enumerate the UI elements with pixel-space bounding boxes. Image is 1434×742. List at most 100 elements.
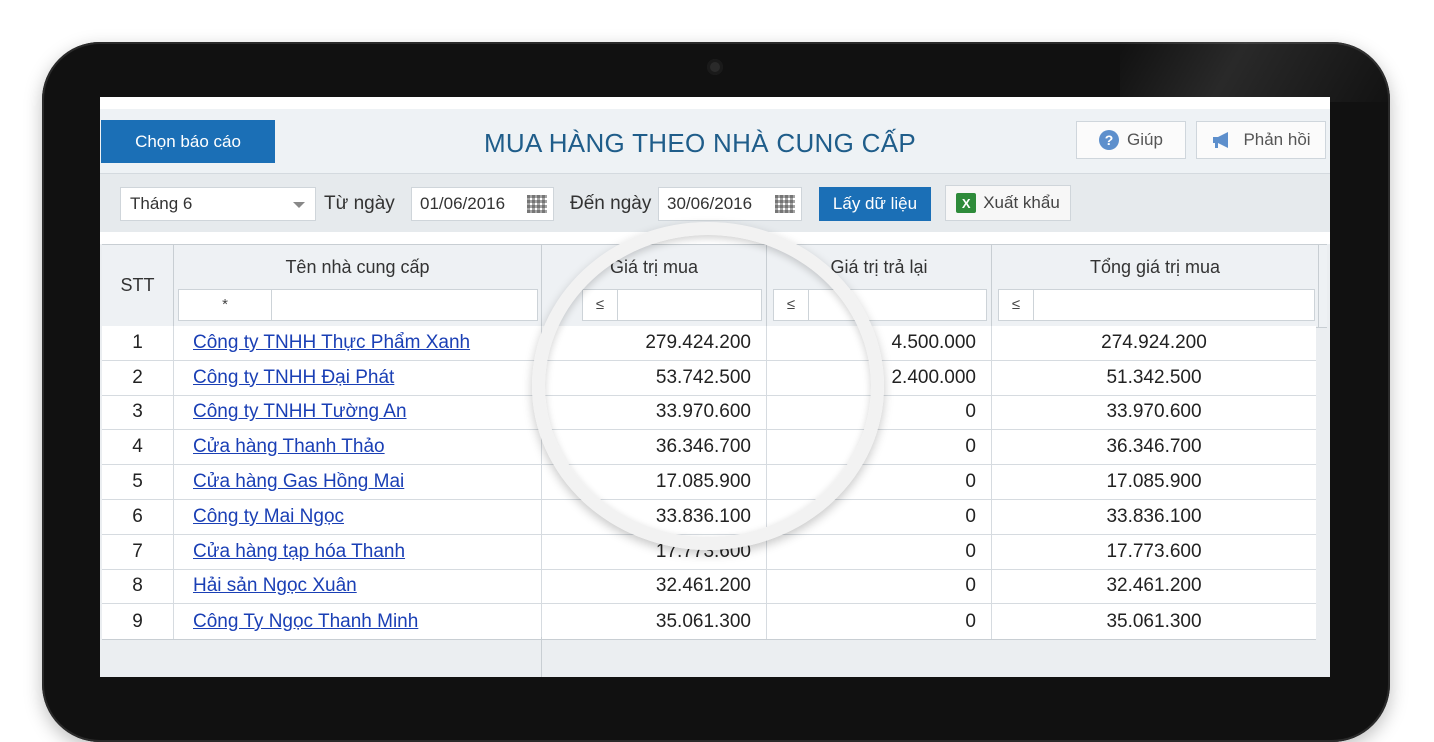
- to-date-value: 30/06/2016: [667, 194, 753, 213]
- return-value-cell: 0: [767, 604, 992, 640]
- col-total-title: Tổng giá trị mua: [1089, 257, 1221, 277]
- total-value-cell: 274.924.200: [1101, 331, 1207, 353]
- col-buy-title: Giá trị mua: [609, 257, 699, 277]
- total-value-cell: 36.346.700: [1106, 436, 1202, 458]
- app-screen: Chọn báo cáo MUA HÀNG THEO NHÀ CUNG CẤP …: [100, 97, 1330, 677]
- table-row[interactable]: 7 Cửa hàng tạp hóa Thanh 17.773.600 0 17…: [102, 534, 1316, 570]
- to-date-label: Đến ngày: [570, 193, 652, 214]
- buy-value-cell: 36.346.700: [542, 430, 767, 465]
- table-row[interactable]: 3 Công ty TNHH Tường An 33.970.600 0 33.…: [102, 395, 1316, 431]
- from-date-input[interactable]: 01/06/2016: [411, 187, 554, 221]
- supplier-link[interactable]: Cửa hàng Thanh Thảo: [193, 436, 385, 458]
- total-filter-operator[interactable]: ≤: [999, 290, 1034, 320]
- megaphone-icon: [1211, 131, 1235, 149]
- ret-filter-input[interactable]: ≤: [773, 289, 987, 321]
- buy-value-cell: 32.461.200: [542, 569, 767, 604]
- supplier-link[interactable]: Cửa hàng Gas Hồng Mai: [193, 471, 404, 493]
- total-value-cell: 17.773.600: [1106, 540, 1202, 562]
- supplier-link[interactable]: Cửa hàng tạp hóa Thanh: [193, 541, 405, 563]
- stt-cell: 2: [102, 360, 174, 395]
- total-value-cell: 32.461.200: [1106, 575, 1202, 597]
- choose-report-button[interactable]: Chọn báo cáo: [101, 120, 275, 163]
- table-row[interactable]: 9 Công Ty Ngọc Thanh Minh 35.061.300 0 3…: [102, 604, 1316, 640]
- col-ret-header[interactable]: Giá trị trả lại ≤: [767, 245, 992, 327]
- grid-body: 1 Công ty TNHH Thực Phẩm Xanh 279.424.20…: [102, 326, 1316, 641]
- table-row[interactable]: 8 Hải sản Ngọc Xuân 32.461.200 0 32.461.…: [102, 569, 1316, 605]
- calendar-icon[interactable]: [775, 195, 795, 213]
- stt-cell: 7: [102, 534, 174, 569]
- name-filter-input[interactable]: *: [178, 289, 538, 321]
- footer-divider: [541, 637, 542, 677]
- buy-value-cell: 33.970.600: [542, 395, 767, 430]
- total-value-cell: 35.061.300: [1106, 610, 1202, 632]
- total-value-cell: 17.085.900: [1106, 471, 1202, 493]
- help-button[interactable]: ? Giúp: [1076, 121, 1186, 159]
- supplier-link[interactable]: Hải sản Ngọc Xuân: [193, 575, 357, 597]
- export-button[interactable]: X Xuất khẩu: [945, 185, 1071, 221]
- table-row[interactable]: 6 Công ty Mai Ngọc 33.836.100 0 33.836.1…: [102, 499, 1316, 535]
- buy-value-cell: 17.085.900: [542, 465, 767, 499]
- col-ret-title: Giá trị trả lại: [830, 257, 928, 277]
- supplier-name-cell: Công ty TNHH Tường An: [174, 395, 542, 430]
- col-stt-title: STT: [120, 275, 155, 295]
- ret-filter-operator[interactable]: ≤: [774, 290, 809, 320]
- period-value: Tháng 6: [130, 194, 193, 213]
- col-buy-header[interactable]: Giá trị mua ≤: [542, 245, 767, 327]
- stt-cell: 3: [102, 395, 174, 430]
- name-filter-operator[interactable]: *: [179, 290, 272, 320]
- supplier-name-cell: Công ty TNHH Đại Phát: [174, 360, 542, 395]
- col-stt-header[interactable]: STT: [102, 245, 174, 327]
- stt-cell: 9: [102, 604, 174, 640]
- feedback-label: Phản hồi: [1243, 130, 1311, 149]
- filter-bar: Tháng 6 Từ ngày 01/06/2016 Đến ngày 30/0…: [100, 173, 1330, 232]
- supplier-name-cell: Công ty Mai Ngọc: [174, 499, 542, 534]
- calendar-icon[interactable]: [527, 195, 547, 213]
- supplier-link[interactable]: Công Ty Ngọc Thanh Minh: [193, 611, 418, 633]
- grid-header: STT Tên nhà cung cấp * Giá trị mua ≤ Giá…: [102, 244, 1327, 328]
- col-name-title: Tên nhà cung cấp: [285, 257, 430, 277]
- buy-value-cell: 53.742.500: [542, 360, 767, 395]
- supplier-name-cell: Cửa hàng tạp hóa Thanh: [174, 534, 542, 569]
- supplier-link[interactable]: Công ty TNHH Tường An: [193, 401, 407, 423]
- export-label: Xuất khẩu: [983, 193, 1060, 212]
- camera-icon: [707, 59, 723, 75]
- supplier-name-cell: Công Ty Ngọc Thanh Minh: [174, 604, 542, 640]
- col-total-header[interactable]: Tổng giá trị mua ≤: [992, 245, 1319, 327]
- feedback-button[interactable]: Phản hồi: [1196, 121, 1326, 159]
- col-name-header[interactable]: Tên nhà cung cấp *: [174, 245, 542, 327]
- buy-filter-input[interactable]: ≤: [582, 289, 762, 321]
- supplier-name-cell: Công ty TNHH Thực Phẩm Xanh: [174, 326, 542, 360]
- chevron-down-icon: [293, 202, 305, 208]
- buy-value-cell: 35.061.300: [542, 604, 767, 640]
- report-header: Chọn báo cáo MUA HÀNG THEO NHÀ CUNG CẤP …: [100, 109, 1330, 173]
- table-row[interactable]: 1 Công ty TNHH Thực Phẩm Xanh 279.424.20…: [102, 326, 1316, 361]
- return-value-cell: 0: [767, 395, 992, 430]
- table-row[interactable]: 4 Cửa hàng Thanh Thảo 36.346.700 0 36.34…: [102, 430, 1316, 466]
- supplier-link[interactable]: Công ty TNHH Thực Phẩm Xanh: [193, 332, 470, 354]
- total-value-cell: 33.970.600: [1106, 401, 1202, 423]
- from-date-value: 01/06/2016: [420, 194, 506, 213]
- supplier-grid: STT Tên nhà cung cấp * Giá trị mua ≤ Giá…: [100, 244, 1330, 677]
- excel-icon: X: [956, 193, 977, 213]
- supplier-link[interactable]: Công ty TNHH Đại Phát: [193, 367, 394, 389]
- page-title: MUA HÀNG THEO NHÀ CUNG CẤP: [483, 128, 917, 158]
- return-value-cell: 2.400.000: [767, 360, 992, 395]
- fetch-data-button[interactable]: Lấy dữ liệu: [819, 187, 931, 221]
- supplier-name-cell: Cửa hàng Gas Hồng Mai: [174, 465, 542, 499]
- supplier-link[interactable]: Công ty Mai Ngọc: [193, 506, 344, 528]
- total-filter-input[interactable]: ≤: [998, 289, 1315, 321]
- to-date-input[interactable]: 30/06/2016: [658, 187, 802, 221]
- period-select[interactable]: Tháng 6: [120, 187, 316, 221]
- buy-value-cell: 17.773.600: [542, 534, 767, 569]
- table-row[interactable]: 2 Công ty TNHH Đại Phát 53.742.500 2.400…: [102, 360, 1316, 396]
- supplier-name-cell: Cửa hàng Thanh Thảo: [174, 430, 542, 465]
- table-row[interactable]: 5 Cửa hàng Gas Hồng Mai 17.085.900 0 17.…: [102, 465, 1316, 500]
- stt-cell: 1: [102, 326, 174, 360]
- buy-filter-operator[interactable]: ≤: [583, 290, 618, 320]
- return-value-cell: 0: [767, 430, 992, 465]
- buy-value-cell: 279.424.200: [542, 326, 767, 360]
- question-icon: ?: [1099, 130, 1120, 150]
- help-label: Giúp: [1127, 130, 1163, 149]
- buy-value-cell: 33.836.100: [542, 499, 767, 534]
- return-value-cell: 0: [767, 499, 992, 534]
